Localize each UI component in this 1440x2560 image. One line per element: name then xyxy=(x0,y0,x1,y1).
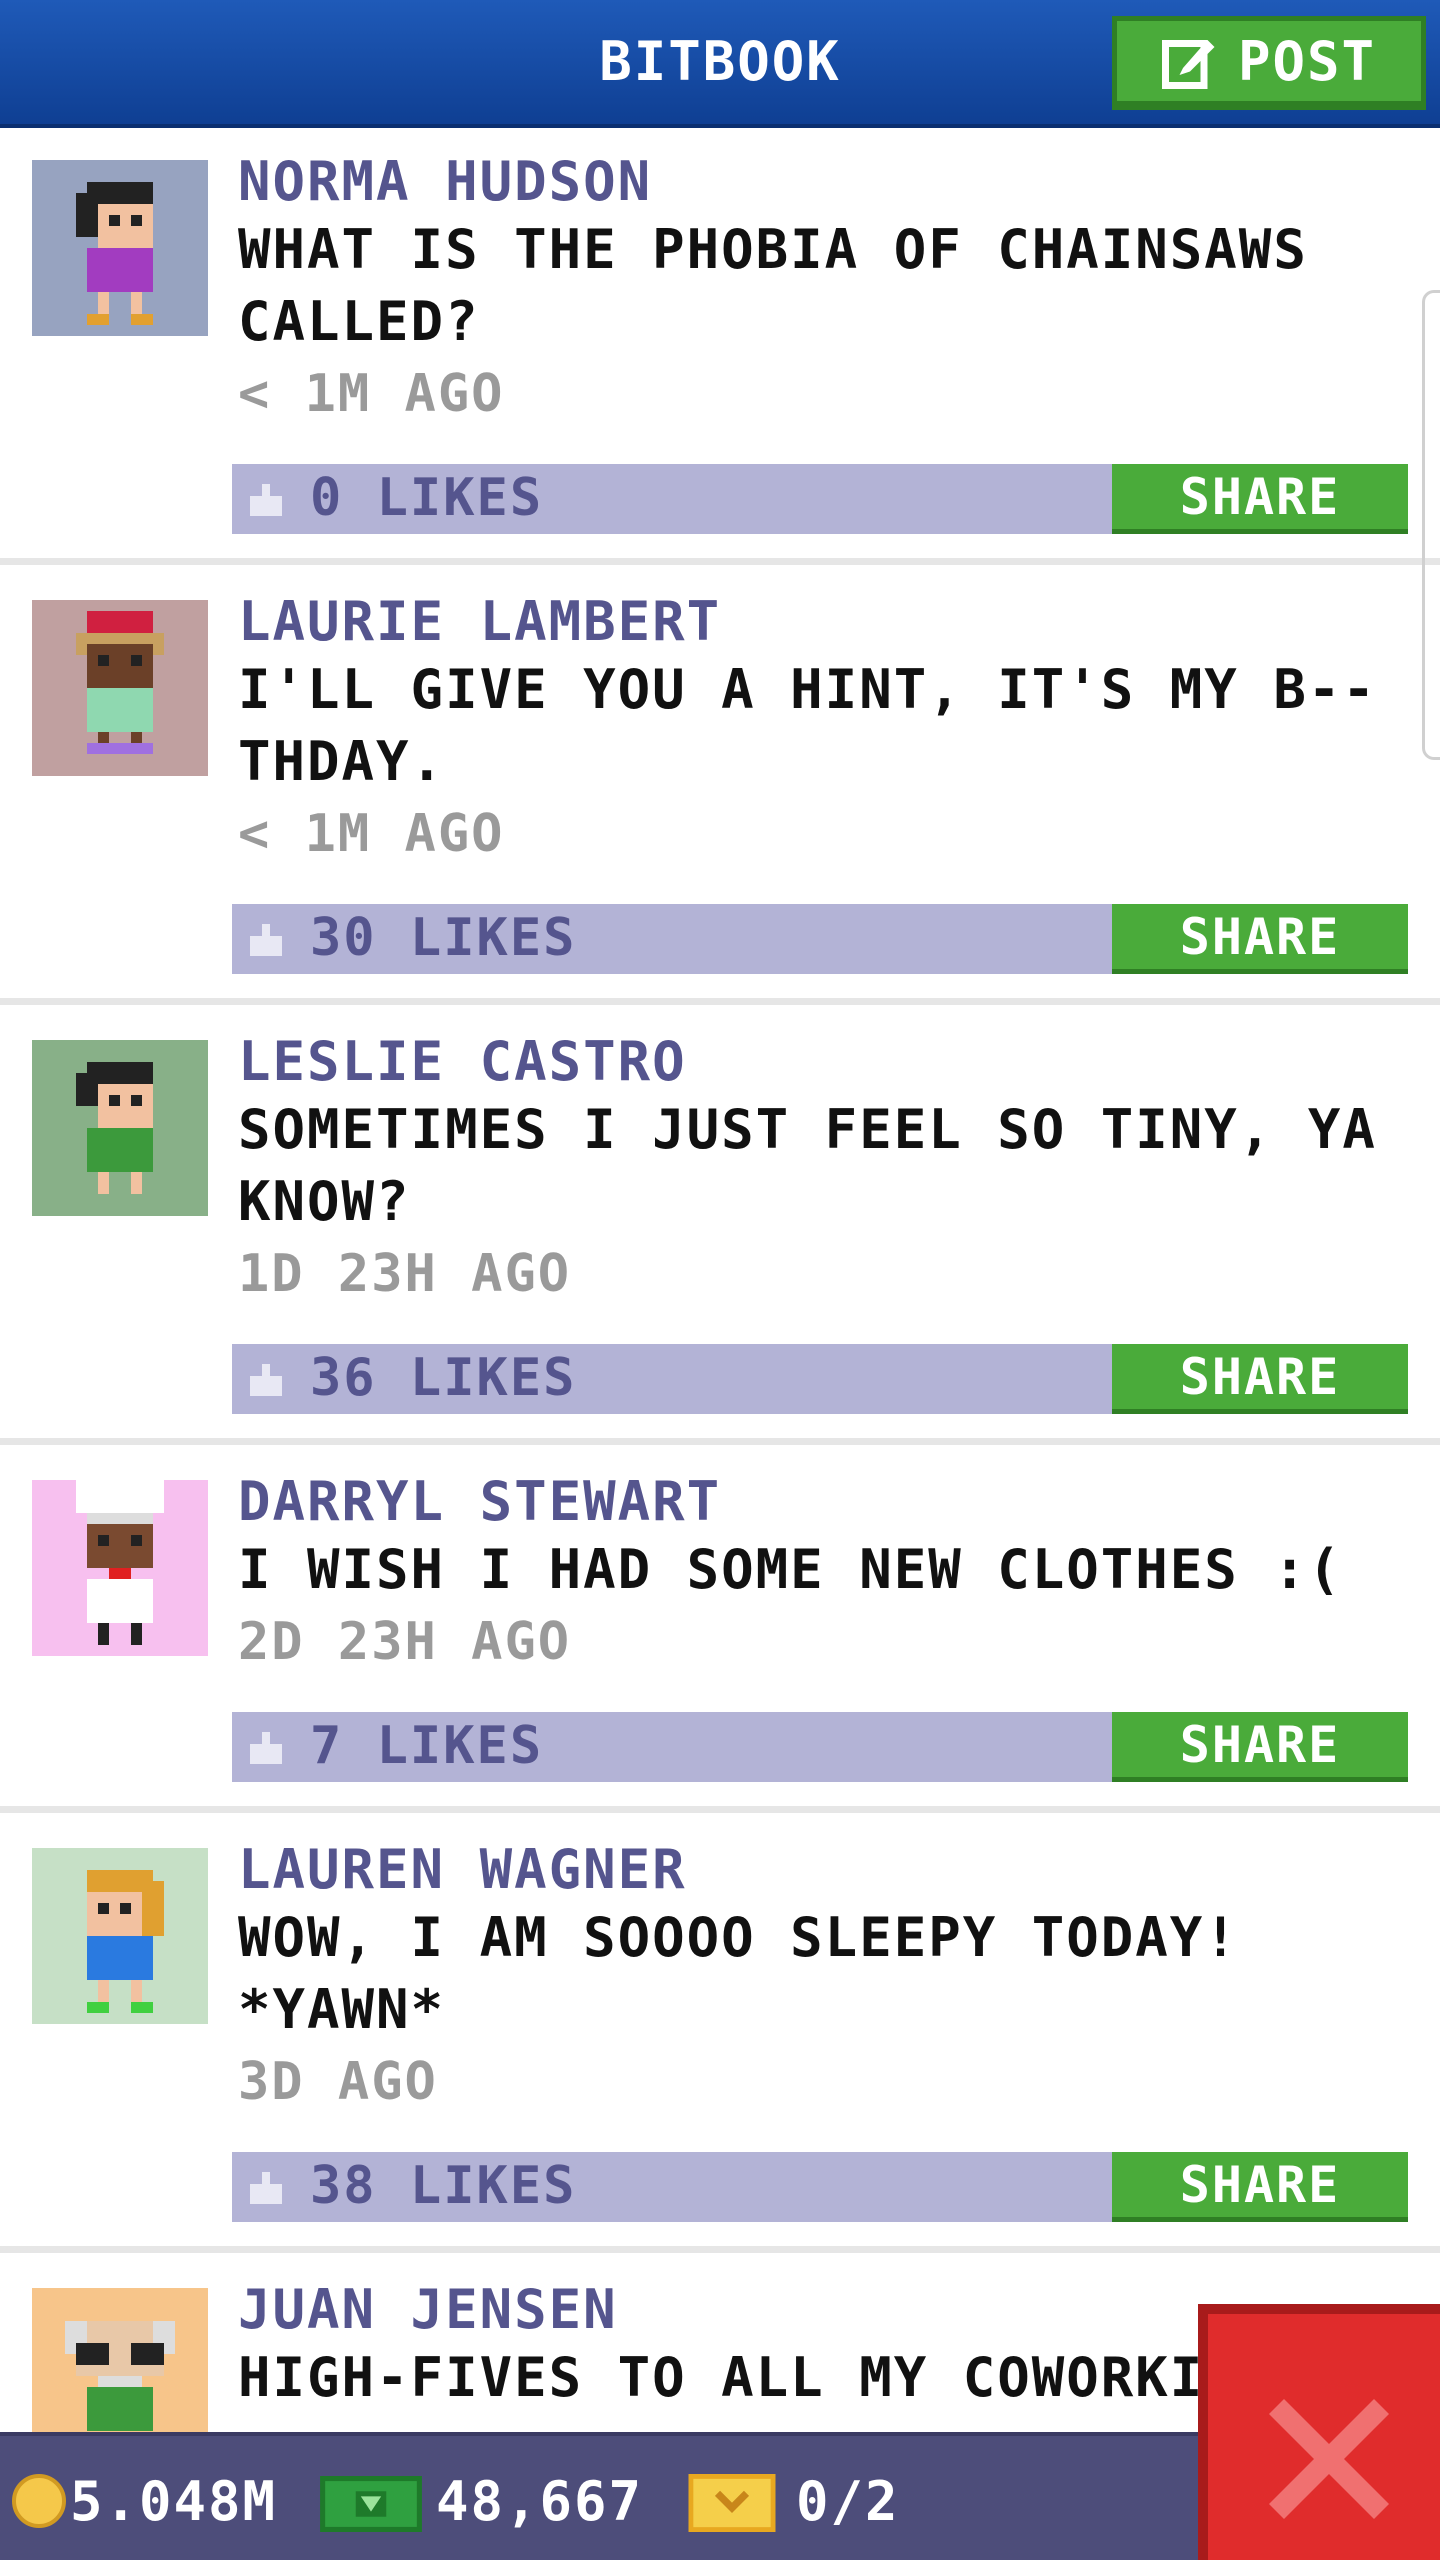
post-author[interactable]: DARRYL STEWART xyxy=(238,1470,721,1533)
thumbs-up-icon xyxy=(250,924,282,956)
avatar[interactable] xyxy=(32,2288,208,2432)
divider xyxy=(0,998,1440,1005)
bux-value: 48,667 xyxy=(436,2470,644,2533)
post-time: < 1M AGO xyxy=(238,364,505,424)
share-button[interactable]: SHARE xyxy=(1112,2152,1408,2222)
avatar[interactable] xyxy=(32,1848,208,2024)
post-author[interactable]: JUAN JENSEN xyxy=(238,2278,618,2341)
share-button[interactable]: SHARE xyxy=(1112,904,1408,974)
post-message: WOW, I AM SOOOO SLEEPY TODAY! *YAWN* xyxy=(238,1906,1239,2041)
like-bar[interactable]: 38 LIKES SHARE xyxy=(232,2152,1408,2222)
post-time: 3D AGO xyxy=(238,2052,438,2112)
thumbs-up-icon xyxy=(250,1732,282,1764)
thumbs-up-icon xyxy=(250,1364,282,1396)
post-author[interactable]: LAUREN WAGNER xyxy=(238,1838,687,1901)
post-author[interactable]: NORMA HUDSON xyxy=(238,150,652,213)
ticket-icon xyxy=(688,2474,776,2532)
share-button[interactable]: SHARE xyxy=(1112,1344,1408,1414)
avatar[interactable] xyxy=(32,1480,208,1656)
coins-value: 5.048M xyxy=(70,2470,278,2533)
like-count: 36 LIKES xyxy=(310,1348,577,1408)
post-author[interactable]: LESLIE CASTRO xyxy=(238,1030,687,1093)
tickets-value: 0/2 xyxy=(796,2470,900,2533)
scrollbar[interactable] xyxy=(1422,290,1440,760)
post-button[interactable]: POST xyxy=(1112,16,1426,110)
post-message: I WISH I HAD SOME NEW CLOTHES :( xyxy=(238,1538,1343,1601)
avatar[interactable] xyxy=(32,600,208,776)
close-button[interactable] xyxy=(1198,2304,1440,2560)
avatar[interactable] xyxy=(32,1040,208,1216)
avatar[interactable] xyxy=(32,160,208,336)
divider xyxy=(0,558,1440,565)
divider xyxy=(0,2246,1440,2253)
compose-icon xyxy=(1161,40,1215,89)
like-count: 7 LIKES xyxy=(310,1716,544,1776)
post-feed[interactable]: NORMA HUDSON WHAT IS THE PHOBIA OF CHAIN… xyxy=(0,132,1440,2432)
divider xyxy=(0,1806,1440,1813)
post-message: I'LL GIVE YOU A HINT, IT'S MY B--THDAY. xyxy=(238,658,1377,793)
post-author[interactable]: LAURIE LAMBERT xyxy=(238,590,721,653)
post-message: SOMETIMES I JUST FEEL SO TINY, YA KNOW? xyxy=(238,1098,1377,1233)
like-bar[interactable]: 7 LIKES SHARE xyxy=(232,1712,1408,1782)
like-count: 38 LIKES xyxy=(310,2156,577,2216)
like-count: 30 LIKES xyxy=(310,908,577,968)
like-bar[interactable]: 30 LIKES SHARE xyxy=(232,904,1408,974)
like-bar[interactable]: 36 LIKES SHARE xyxy=(232,1344,1408,1414)
share-button[interactable]: SHARE xyxy=(1112,464,1408,534)
like-count: 0 LIKES xyxy=(310,468,544,528)
coin-icon xyxy=(12,2474,66,2528)
bux-icon xyxy=(320,2476,422,2532)
thumbs-up-icon xyxy=(250,484,282,516)
divider xyxy=(0,1438,1440,1445)
post-message: WHAT IS THE PHOBIA OF CHAINSAWS CALLED? xyxy=(238,218,1308,353)
close-icon xyxy=(1269,2399,1389,2519)
post-time: 2D 23H AGO xyxy=(238,1612,572,1672)
post-button-label: POST xyxy=(1237,29,1377,93)
post-time: < 1M AGO xyxy=(238,804,505,864)
like-bar[interactable]: 0 LIKES SHARE xyxy=(232,464,1408,534)
share-button[interactable]: SHARE xyxy=(1112,1712,1408,1782)
thumbs-up-icon xyxy=(250,2172,282,2204)
header-bar: BITBOOK POST xyxy=(0,0,1440,128)
post-time: 1D 23H AGO xyxy=(238,1244,572,1304)
